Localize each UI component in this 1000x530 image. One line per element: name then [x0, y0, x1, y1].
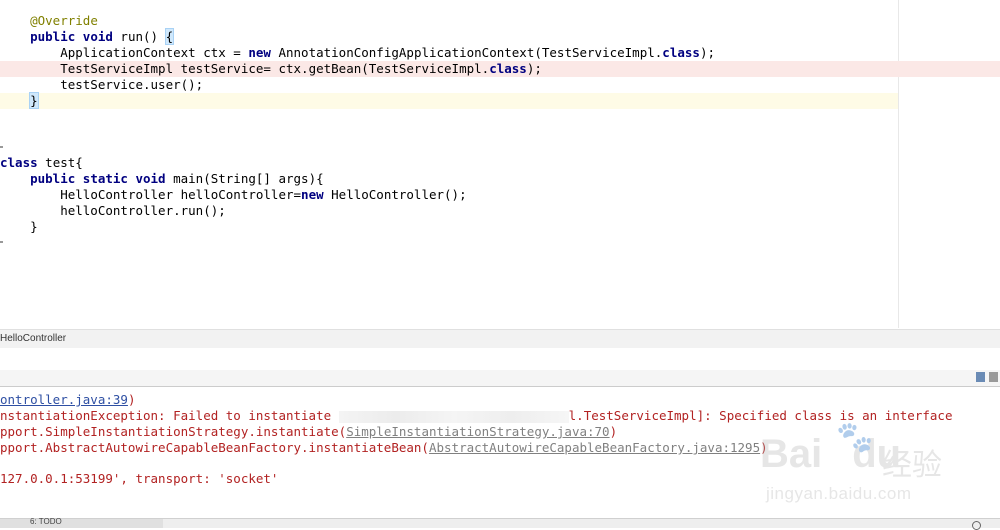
- stacktrace-link[interactable]: SimpleInstantiationStrategy.java:70: [346, 424, 609, 439]
- todo-tab-label: 6: TODO: [30, 517, 62, 526]
- keyword: public void: [30, 29, 113, 44]
- fold-marker[interactable]: [0, 146, 3, 148]
- code-text: HelloController();: [323, 187, 467, 202]
- console-text: pport.AbstractAutowireCapableBeanFactory…: [0, 440, 429, 455]
- text-caret: [37, 94, 39, 109]
- keyword: new: [248, 45, 271, 60]
- fold-marker[interactable]: [0, 241, 3, 243]
- keyword: public static void: [30, 171, 166, 186]
- code-line-caret: }: [0, 92, 898, 109]
- layout-icon[interactable]: [976, 372, 985, 382]
- breadcrumb-item[interactable]: HelloController: [0, 330, 66, 348]
- console-line: pport.AbstractAutowireCapableBeanFactory…: [0, 440, 768, 456]
- code-text: run(): [112, 29, 166, 44]
- code-text: main(String[] args){: [165, 171, 324, 186]
- code-text: TestServiceImpl testService= ctx.getBean…: [60, 61, 490, 76]
- console-text: ): [760, 440, 768, 455]
- console-text: nstantiationException: Failed to instant…: [0, 408, 339, 423]
- code-editor[interactable]: @Override public void run() { Applicatio…: [0, 0, 1000, 328]
- code-line-getbean-error: TestServiceImpl testService= ctx.getBean…: [0, 61, 1000, 77]
- console-text: pport.SimpleInstantiationStrategy.instan…: [0, 424, 347, 439]
- panel-divider[interactable]: [0, 348, 1000, 370]
- console-text: ): [609, 424, 618, 439]
- console-toolbar: [0, 370, 1000, 387]
- code-line-run-decl: public void run() {: [0, 28, 898, 45]
- console-line-transport: 127.0.0.1:53199', transport: 'socket': [0, 471, 279, 486]
- console-output[interactable]: ontroller.java:39) nstantiationException…: [0, 388, 1000, 518]
- stacktrace-link[interactable]: ontroller.java:39: [0, 392, 128, 407]
- console-line: pport.SimpleInstantiationStrategy.instan…: [0, 424, 617, 440]
- console-text: ): [127, 392, 136, 407]
- console-line-exception: nstantiationException: Failed to instant…: [0, 408, 952, 424]
- matched-brace: {: [164, 28, 175, 45]
- keyword: new: [301, 187, 324, 202]
- keyword: class: [489, 61, 527, 76]
- annotation-override: @Override: [30, 13, 98, 28]
- redacted-region: [338, 410, 569, 423]
- console-line: ontroller.java:39): [0, 392, 135, 408]
- trash-icon[interactable]: [989, 372, 998, 382]
- code-text: HelloController helloController=: [60, 187, 302, 202]
- matched-brace: }: [29, 92, 39, 109]
- code-text: ApplicationContext ctx =: [60, 45, 249, 60]
- code-line-inner-close: }: [0, 219, 38, 234]
- code-line-override: @Override: [0, 13, 898, 29]
- code-line-hello-new: HelloController helloController=new Hell…: [0, 187, 898, 203]
- code-text: test{: [37, 155, 83, 170]
- console-side-icons: [976, 370, 1000, 386]
- breadcrumb[interactable]: HelloController: [0, 329, 1000, 349]
- code-line-main-decl: public static void main(String[] args){: [0, 171, 898, 187]
- stacktrace-link[interactable]: AbstractAutowireCapableBeanFactory.java:…: [429, 440, 760, 455]
- console-text: l.TestServiceImpl]: Specified class is a…: [568, 408, 953, 423]
- status-circle-icon[interactable]: [972, 521, 981, 530]
- code-line-ctx: ApplicationContext ctx = new AnnotationC…: [0, 45, 898, 61]
- code-line-class-test: class test{: [0, 155, 898, 171]
- code-line-hello-run: helloController.run();: [0, 203, 226, 218]
- code-text: );: [526, 61, 542, 76]
- code-line-user-call: testService.user();: [0, 77, 204, 92]
- keyword: class: [0, 155, 38, 170]
- right-margin-guide: [898, 0, 899, 328]
- code-text: AnnotationConfigApplicationContext(TestS…: [270, 45, 663, 60]
- keyword: class: [662, 45, 700, 60]
- code-text: );: [699, 45, 715, 60]
